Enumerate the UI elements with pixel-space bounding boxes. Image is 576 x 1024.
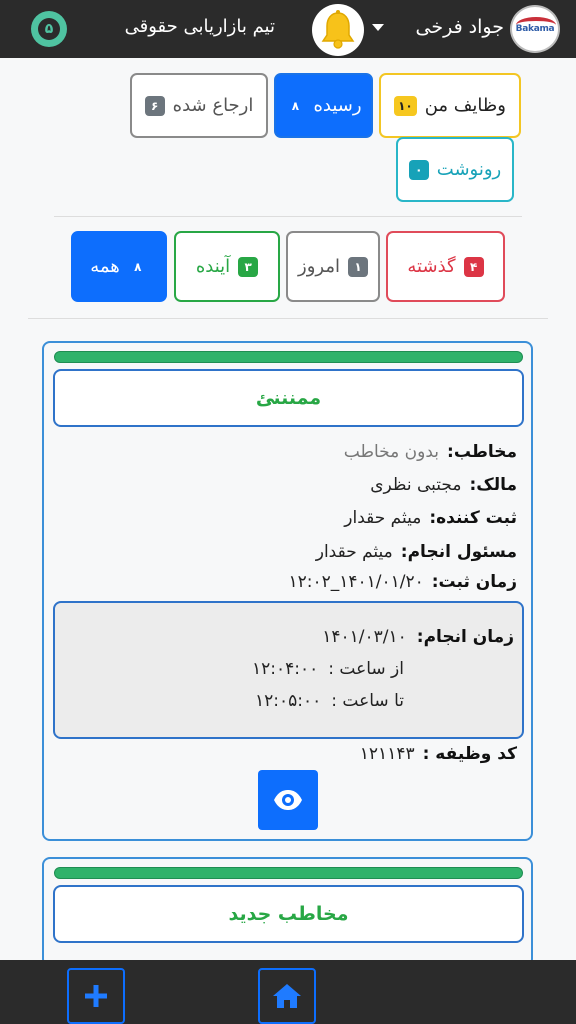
- chevron-down-icon[interactable]: [372, 24, 384, 31]
- registrar-label: ثبت کننده:: [429, 508, 517, 528]
- filter-future-button[interactable]: ۳ آینده: [174, 231, 280, 302]
- filter-today-button[interactable]: ۱ امروز: [286, 231, 380, 302]
- plus-icon: [85, 985, 107, 1007]
- add-task-button[interactable]: [67, 968, 125, 1024]
- do-time-value: ۱۴۰۱/۰۳/۱۰: [322, 627, 407, 647]
- filter-label: وظایف من: [424, 95, 506, 116]
- bell-icon: [321, 10, 355, 49]
- from-time-label: از ساعت :: [328, 659, 404, 679]
- filter-label: همه: [90, 256, 120, 277]
- team-name[interactable]: تیم بازاریابی حقوقی: [90, 16, 275, 44]
- contact-value: بدون مخاطب: [343, 442, 440, 462]
- filter-label: امروز: [298, 256, 340, 277]
- filter-past-button[interactable]: ۴ گذشته: [386, 231, 505, 302]
- count-badge: ۱۰: [394, 95, 417, 116]
- home-button[interactable]: [258, 968, 316, 1024]
- eye-icon: [274, 790, 302, 810]
- task-subject[interactable]: مخاطب جدید: [53, 885, 524, 943]
- registered-time-label: زمان ثبت:: [431, 572, 517, 592]
- company-logo: Bakama: [510, 5, 560, 53]
- schedule-box: زمان انجام: ۱۴۰۱/۰۳/۱۰ از ساعت : ۱۲:۰۴:۰…: [53, 601, 524, 739]
- progress-bar: [54, 867, 523, 879]
- responsible-label: مسئول انجام:: [400, 542, 517, 562]
- task-code-value: ۱۲۱۱۴۳: [359, 744, 415, 764]
- divider: [54, 216, 522, 217]
- owner-value: مجتبی نظری: [370, 475, 462, 495]
- view-task-button[interactable]: [258, 770, 318, 830]
- task-code-row: کد وظیفه : ۱۲۱۱۴۳: [47, 739, 517, 769]
- contact-label: مخاطب:: [447, 442, 517, 462]
- team-count-badge[interactable]: ۵: [31, 11, 67, 47]
- filter-label: رسیده: [313, 95, 362, 116]
- registered-time-row: زمان ثبت: ۱۴۰۱/۰۱/۲۰_۱۲:۰۲: [47, 567, 517, 597]
- divider: [28, 318, 548, 319]
- responsible-row: مسئول انجام: میثم حقدار: [47, 537, 517, 567]
- count-badge: ۰: [408, 159, 429, 180]
- registered-time-value: ۱۴۰۱/۰۱/۲۰_۱۲:۰۲: [288, 572, 424, 592]
- do-time-label: زمان انجام:: [416, 627, 514, 647]
- filter-label: گذشته: [407, 256, 456, 277]
- home-icon: [273, 984, 301, 1008]
- task-subject[interactable]: ممنننئ: [53, 369, 524, 427]
- registrar-value: میثم حقدار: [344, 508, 422, 528]
- to-time-line: تا ساعت : ۱۲:۰۵:۰۰: [255, 691, 404, 711]
- count-badge: ۸: [134, 259, 142, 274]
- filter-label: ارجاع شده: [172, 95, 254, 116]
- bottom-nav: [0, 960, 576, 1024]
- task-code-label: کد وظیفه :: [422, 744, 517, 764]
- count-badge: ۶: [144, 95, 165, 116]
- count-badge: ۴: [463, 256, 484, 277]
- filter-received-button[interactable]: رسیده ۸: [274, 73, 373, 138]
- task-card[interactable]: ممنننئ مخاطب: بدون مخاطب مالک: مجتبی نظر…: [42, 341, 533, 841]
- filter-referred-button[interactable]: ارجاع شده ۶: [130, 73, 268, 138]
- notifications-button[interactable]: [312, 4, 364, 56]
- do-time-line: زمان انجام: ۱۴۰۱/۰۳/۱۰: [322, 627, 514, 647]
- progress-bar: [54, 351, 523, 363]
- filter-cc-button[interactable]: رونوشت ۰: [396, 137, 514, 202]
- responsible-value: میثم حقدار: [315, 542, 393, 562]
- filter-all-button[interactable]: ۸ همه: [71, 231, 167, 302]
- owner-row: مالک: مجتبی نظری: [47, 470, 517, 500]
- task-card[interactable]: مخاطب جدید: [42, 857, 533, 967]
- registrar-row: ثبت کننده: میثم حقدار: [47, 503, 517, 533]
- to-time-value: ۱۲:۰۵:۰۰: [255, 691, 322, 711]
- from-time-line: از ساعت : ۱۲:۰۴:۰۰: [252, 659, 404, 679]
- to-time-label: تا ساعت :: [331, 691, 404, 711]
- filter-my-tasks-button[interactable]: وظایف من ۱۰: [379, 73, 521, 138]
- contact-row: مخاطب: بدون مخاطب: [47, 437, 517, 467]
- filter-label: رونوشت: [436, 159, 502, 180]
- user-menu-name[interactable]: جواد فرخی: [396, 16, 505, 44]
- owner-label: مالک:: [469, 475, 518, 495]
- count-badge: ۳: [238, 256, 259, 277]
- from-time-value: ۱۲:۰۴:۰۰: [252, 659, 319, 679]
- count-badge: ۱: [347, 256, 368, 277]
- top-bar: Bakama جواد فرخی تیم بازاریابی حقوقی ۵: [0, 0, 576, 58]
- filter-label: آینده: [195, 256, 231, 277]
- count-badge: ۸: [291, 98, 300, 113]
